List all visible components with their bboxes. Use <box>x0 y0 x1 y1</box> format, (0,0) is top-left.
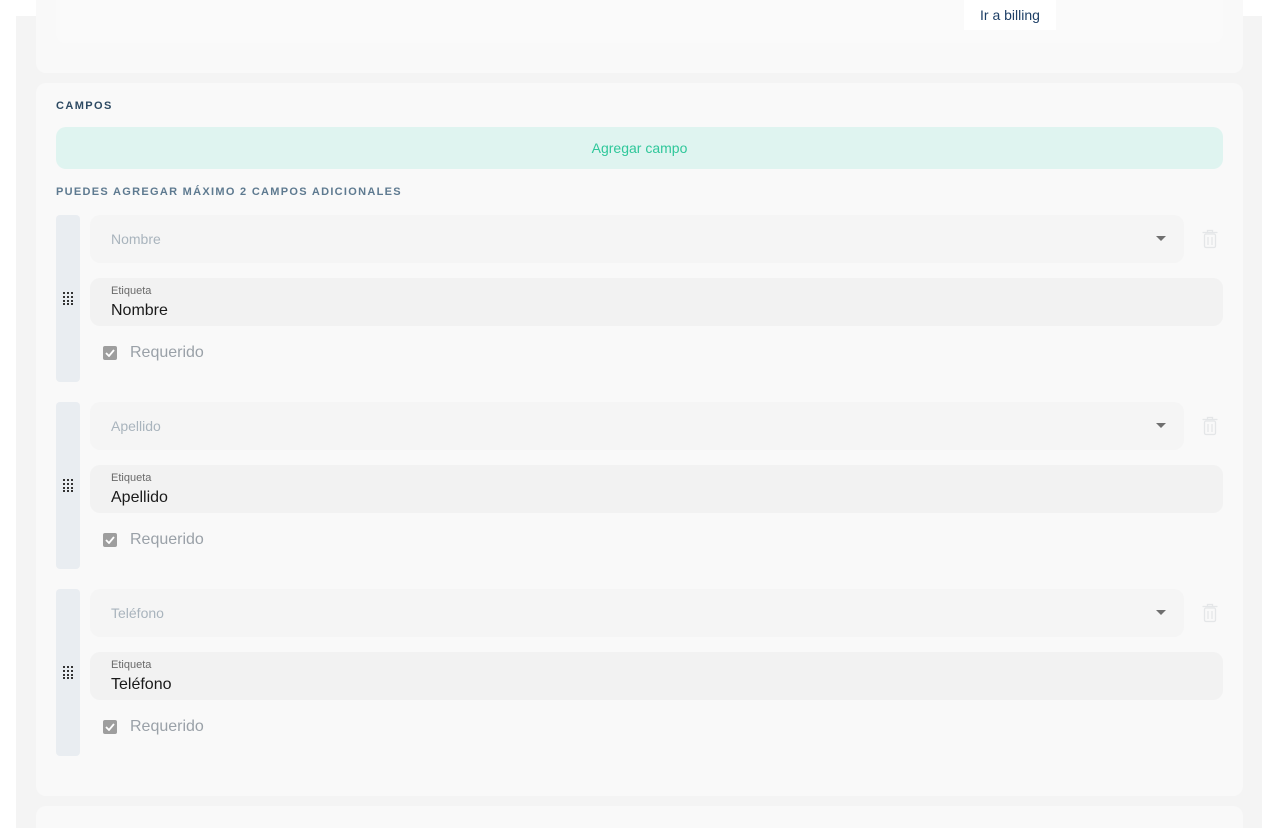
billing-link[interactable]: Ir a billing <box>964 0 1056 30</box>
label-input[interactable]: Etiqueta Apellido <box>90 465 1223 513</box>
label-caption: Etiqueta <box>111 472 152 484</box>
required-label: Requerido <box>130 344 204 361</box>
label-input[interactable]: Etiqueta Teléfono <box>90 652 1223 700</box>
required-checkbox[interactable]: Requerido <box>103 530 204 550</box>
label-input[interactable]: Etiqueta Nombre <box>90 278 1223 326</box>
trash-icon[interactable] <box>1202 416 1218 436</box>
field-type-value: Nombre <box>111 231 161 247</box>
add-field-button[interactable]: Agregar campo <box>56 127 1223 169</box>
label-value: Apellido <box>111 489 168 506</box>
field-row: Teléfono Etiqueta Teléfono Requerido <box>56 589 1224 756</box>
label-caption: Etiqueta <box>111 659 152 671</box>
drag-handle-icon[interactable] <box>56 215 80 382</box>
checkbox-checked-icon <box>103 720 117 734</box>
trash-icon[interactable] <box>1202 603 1218 623</box>
field-row: Nombre Etiqueta Nombre Requerido <box>56 215 1224 382</box>
field-type-select[interactable]: Teléfono <box>90 589 1184 637</box>
drag-handle-icon[interactable] <box>56 589 80 756</box>
drag-handle-icon[interactable] <box>56 402 80 569</box>
field-row: Apellido Etiqueta Apellido Requerido <box>56 402 1224 569</box>
field-type-select[interactable]: Nombre <box>90 215 1184 263</box>
caret-down-icon <box>1156 236 1166 241</box>
required-checkbox[interactable]: Requerido <box>103 343 204 363</box>
field-type-value: Apellido <box>111 418 161 434</box>
checkbox-checked-icon <box>103 346 117 360</box>
label-value: Teléfono <box>111 676 172 693</box>
fields-limit-hint: PUEDES AGREGAR MÁXIMO 2 CAMPOS ADICIONAL… <box>56 186 402 198</box>
caret-down-icon <box>1156 423 1166 428</box>
caret-down-icon <box>1156 610 1166 615</box>
trash-icon[interactable] <box>1202 229 1218 249</box>
label-value: Nombre <box>111 302 168 319</box>
section-title: CAMPOS <box>56 100 113 112</box>
label-caption: Etiqueta <box>111 285 152 297</box>
required-checkbox[interactable]: Requerido <box>103 717 204 737</box>
required-label: Requerido <box>130 718 204 735</box>
field-type-value: Teléfono <box>111 605 164 621</box>
next-card <box>36 806 1243 828</box>
field-type-select[interactable]: Apellido <box>90 402 1184 450</box>
required-label: Requerido <box>130 531 204 548</box>
checkbox-checked-icon <box>103 533 117 547</box>
